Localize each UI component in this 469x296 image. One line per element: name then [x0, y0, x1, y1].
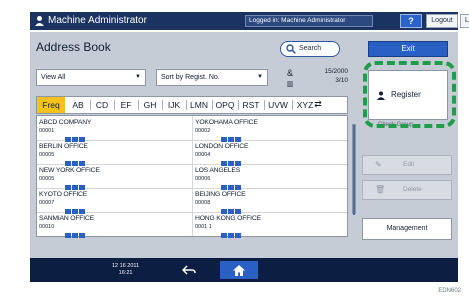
list-item[interactable]: KYOTO OFFICE 00007: [37, 189, 187, 214]
tab-ef[interactable]: EF: [115, 97, 137, 113]
tab-ijk[interactable]: IJK: [163, 97, 185, 113]
pencil-icon: ✎: [375, 160, 382, 169]
list-item[interactable]: BEIJING OFFICE 00008: [193, 189, 343, 214]
tab-freq[interactable]: Freq: [37, 97, 65, 113]
edit-label: Edit: [403, 161, 415, 168]
search-label: Search: [299, 45, 322, 52]
address-list: ABCD COMPANY 00001 YOKOHAMA OFFICE 00002…: [36, 115, 348, 238]
trash-icon: 🗑: [375, 185, 386, 194]
more-button[interactable]: L: [460, 14, 469, 28]
entry-number: 00002: [195, 128, 211, 134]
dialog-title: Address Book: [36, 40, 111, 54]
destination-icons: [221, 201, 245, 214]
filter-select[interactable]: View All ▼: [36, 69, 146, 86]
entry-number: 00006: [195, 176, 211, 182]
home-icon: [233, 265, 245, 276]
destination-icons: [65, 153, 89, 166]
search-icon: [286, 44, 296, 54]
tab-lmn[interactable]: LMN: [187, 97, 211, 113]
entry-number: 00004: [195, 152, 211, 158]
tab-ab[interactable]: AB: [67, 97, 89, 113]
sort-select[interactable]: Sort by Regist. No. ▼: [156, 69, 268, 86]
list-scrollbar[interactable]: [352, 124, 356, 215]
destination-icons: [221, 129, 245, 142]
list-item[interactable]: YOKOHAMA OFFICE 00002: [193, 117, 343, 142]
entry-name: LONDON OFFICE: [195, 143, 249, 150]
list-item[interactable]: HONG KONG OFFICE 0001 1: [193, 213, 343, 238]
list-item[interactable]: LONDON OFFICE 00004: [193, 141, 343, 166]
logout-button[interactable]: Logout: [426, 14, 458, 28]
entry-count: 15/2000 3/10: [310, 67, 349, 85]
destination-icons: [221, 177, 245, 190]
entry-name: HONG KONG OFFICE: [195, 215, 261, 222]
entry-number: 00008: [195, 200, 211, 206]
bottom-bar: 12 16 2011 16:21: [30, 258, 458, 282]
search-button[interactable]: Search: [280, 41, 340, 57]
entry-number: 00005: [39, 152, 55, 158]
address-book-dialog: Address Book Search Exit View All ▼ Sort…: [30, 32, 458, 258]
destination-icons: [65, 129, 89, 142]
register-highlight: [363, 61, 456, 128]
destination-icons: [65, 201, 89, 214]
entry-name: BEIJING OFFICE: [195, 191, 246, 198]
entry-number: 00005: [39, 176, 55, 182]
tab-rst[interactable]: RST: [239, 97, 263, 113]
home-button[interactable]: [220, 261, 258, 279]
count-total: 15/2000: [324, 68, 349, 75]
tab-uvw[interactable]: UVW: [265, 97, 291, 113]
top-bar: Machine Administrator Logged in: Machine…: [30, 12, 469, 30]
list-item[interactable]: BERLIN OFFICE 00005: [37, 141, 187, 166]
chevron-down-icon: ▼: [135, 74, 141, 80]
destination-icons: [221, 225, 245, 238]
exit-button[interactable]: Exit: [368, 41, 448, 57]
login-status: Logged in: Machine Administrator: [245, 15, 373, 27]
clock-date: 12 16 2011: [112, 263, 140, 269]
entry-number: 00010: [39, 224, 55, 230]
edit-button[interactable]: ✎ Edit: [362, 155, 452, 175]
entry-name: KYOTO OFFICE: [39, 191, 88, 198]
entry-name: SANMIAN OFFICE: [39, 215, 94, 222]
entry-name: YOKOHAMA OFFICE: [195, 119, 258, 126]
app-title: Machine Administrator: [48, 15, 147, 26]
tab-opq[interactable]: OPQ: [213, 97, 237, 113]
sort-order-icon[interactable]: & ▥: [286, 68, 294, 90]
tab-cd[interactable]: CD: [91, 97, 113, 113]
list-item[interactable]: SANMIAN OFFICE 00010: [37, 213, 187, 238]
clock: 12 16 2011 16:21: [112, 263, 139, 277]
list-item[interactable]: LOS ANGELES 00006: [193, 165, 343, 190]
entry-name: BERLIN OFFICE: [39, 143, 88, 150]
list-item[interactable]: ABCD COMPANY 00001: [37, 117, 187, 142]
scrollbar-thumb[interactable]: [353, 125, 355, 215]
tab-gh[interactable]: GH: [139, 97, 161, 113]
list-direction-icon[interactable]: ⇄: [312, 97, 324, 111]
delete-label: Delete: [403, 186, 422, 193]
entry-name: LOS ANGELES: [195, 167, 241, 174]
sort-select-value: Sort by Regist. No.: [161, 74, 220, 81]
destination-icons: [65, 225, 89, 238]
entry-number: 00001: [39, 128, 55, 134]
filter-select-value: View All: [41, 74, 66, 81]
entry-number: 0001 1: [195, 224, 212, 230]
back-icon[interactable]: [182, 265, 196, 275]
figure-code: EDN602: [438, 288, 461, 294]
index-tabs: Freq AB CD EF GH IJK LMN OPQ RST UVW XYZ: [36, 96, 348, 114]
count-page: 3/10: [335, 77, 348, 84]
entry-number: 00007: [39, 200, 55, 206]
destination-icons: [65, 177, 89, 190]
entry-name: NEW YORK OFFICE: [39, 167, 100, 174]
management-button[interactable]: Management: [362, 218, 452, 240]
help-button[interactable]: ?: [400, 14, 422, 28]
list-item[interactable]: NEW YORK OFFICE 00005: [37, 165, 187, 190]
delete-button[interactable]: 🗑 Delete: [362, 180, 452, 200]
entry-name: ABCD COMPANY: [39, 119, 92, 126]
user-icon: [35, 16, 44, 26]
destination-icons: [221, 153, 245, 166]
chevron-down-icon: ▼: [257, 74, 263, 80]
clock-time: 16:21: [118, 270, 133, 276]
